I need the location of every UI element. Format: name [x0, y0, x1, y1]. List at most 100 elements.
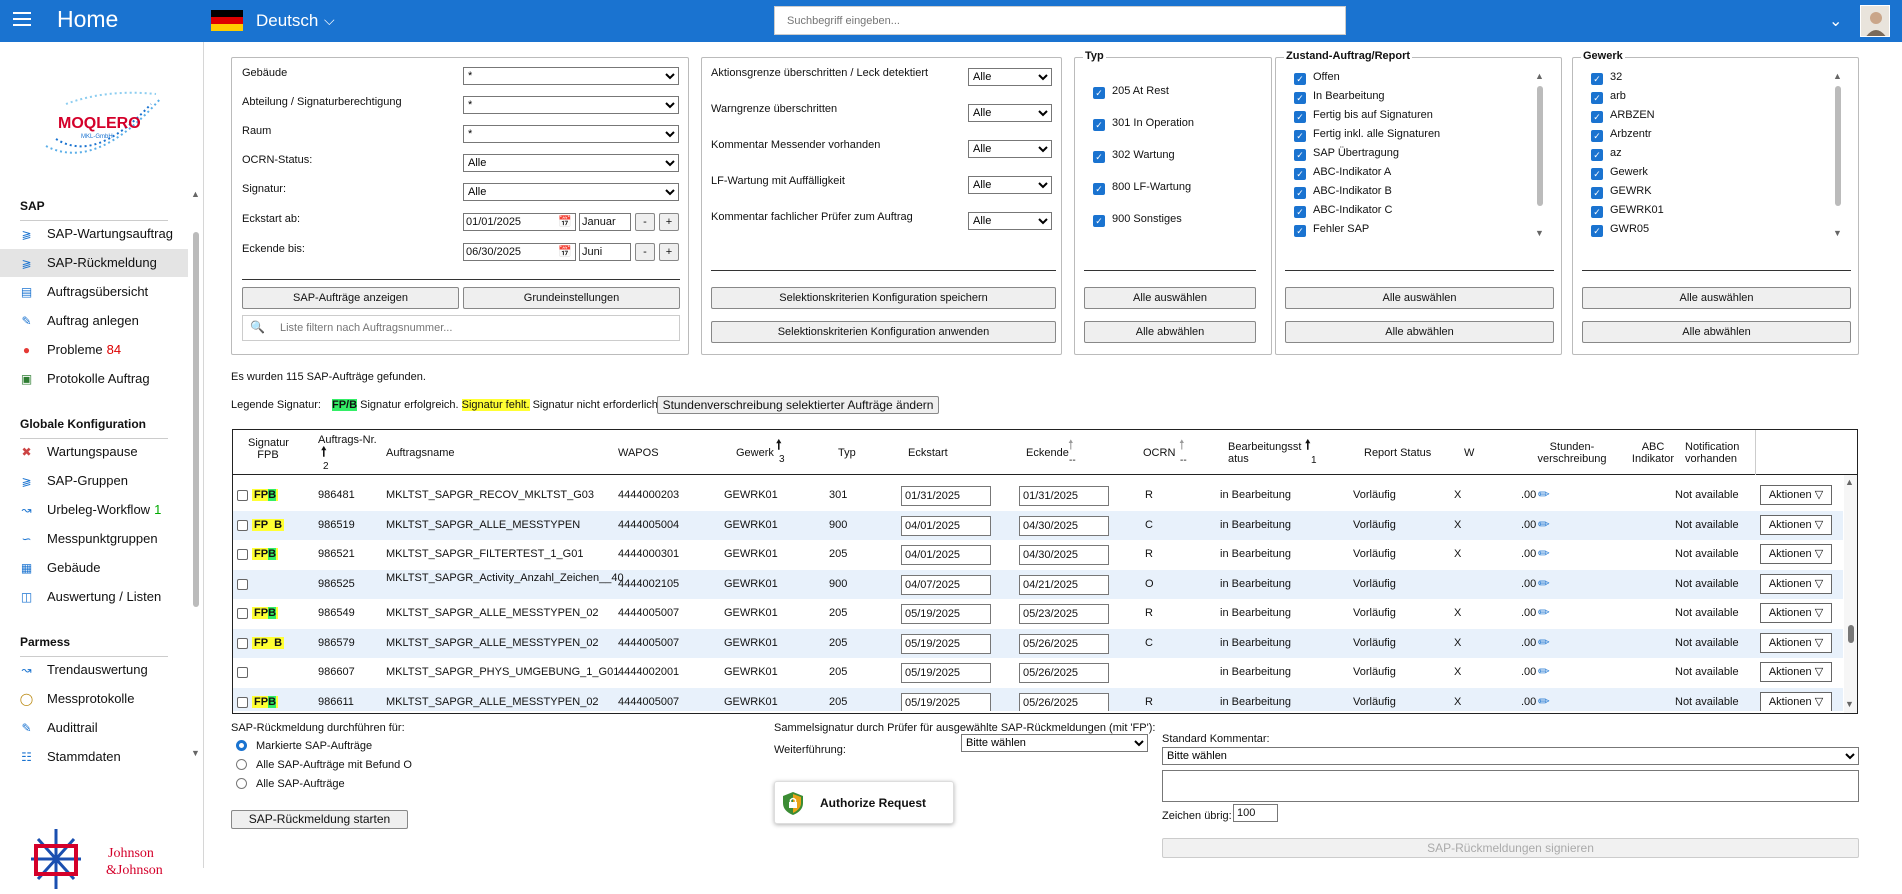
sidebar-item-sap-wartungsauftrag[interactable]: ⫺ SAP-Wartungsauftrag — [0, 220, 188, 248]
zustand-checkbox[interactable]: ✓ Fertig inkl. alle Signaturen — [1294, 126, 1440, 142]
list-filter-input[interactable]: 🔍 Liste filtern nach Auftragsnummer... — [242, 315, 680, 341]
eckstart-input[interactable]: 01/31/2025 — [901, 486, 991, 506]
kommentar-textarea[interactable] — [1162, 770, 1859, 802]
signatur-select[interactable]: Alle — [463, 183, 679, 201]
apply-config-button[interactable]: Selektionskriterien Konfiguration anwend… — [711, 321, 1056, 343]
sort-arrow-icon[interactable]: 🠕 — [1068, 438, 1074, 451]
eckstart-input[interactable]: 04/01/2025 — [901, 515, 991, 536]
gebaeude-select[interactable]: * — [463, 67, 679, 85]
sidebar-item-wartungspause[interactable]: ✖ Wartungspause — [0, 438, 188, 466]
sign-feedback-button[interactable]: SAP-Rückmeldungen signieren — [1162, 838, 1859, 858]
actions-button[interactable]: Aktionen ▽ — [1760, 514, 1832, 535]
criteria-select[interactable]: Alle — [968, 212, 1052, 230]
table-row[interactable]: FP B 986519 MKLTST_SAPGR_ALLE_MESSTYPEN … — [233, 510, 1843, 540]
col-auftragsname[interactable]: Auftragsname — [386, 447, 454, 459]
table-row[interactable]: 986607 MKLTST_SAPGR_PHYS_UMGEBUNG_1_G01 … — [233, 658, 1843, 687]
row-checkbox[interactable] — [237, 549, 248, 560]
criteria-select[interactable]: Alle — [968, 68, 1052, 86]
gewerk-checkbox[interactable]: ✓ az — [1591, 145, 1622, 161]
reset-defaults-button[interactable]: Grundeinstellungen — [463, 287, 680, 309]
sidebar-item-trendauswertung[interactable]: ↝ Trendauswertung — [0, 656, 188, 684]
row-checkbox[interactable] — [237, 519, 248, 531]
row-checkbox[interactable] — [237, 578, 248, 590]
checkmark-icon[interactable]: ✓ — [1591, 73, 1603, 85]
user-menu-chevron-icon[interactable]: ⌄ — [1829, 11, 1842, 31]
col-stundenverschreibung[interactable]: Stunden-verschreibung — [1533, 441, 1611, 465]
checkmark-icon[interactable]: ✓ — [1093, 119, 1105, 131]
checkmark-icon[interactable]: ✓ — [1591, 225, 1603, 237]
typ-select-all-button[interactable]: Alle auswählen — [1084, 287, 1256, 309]
zustand-select-all-button[interactable]: Alle auswählen — [1285, 287, 1554, 309]
kommentar-select[interactable]: Bitte wählen — [1162, 747, 1859, 765]
gewerk-select-all-button[interactable]: Alle auswählen — [1582, 287, 1851, 309]
chevron-down-icon[interactable]: ⌵ — [324, 12, 335, 29]
change-hours-button[interactable]: Stundenverschreibung selektierter Aufträ… — [657, 396, 939, 414]
sort-arrow-icon[interactable]: 🠕 — [1179, 438, 1185, 451]
actions-button[interactable]: Aktionen ▽ — [1760, 632, 1832, 653]
eckstart-input[interactable]: 05/19/2025 — [901, 663, 991, 683]
eckende-input[interactable]: 05/26/2025 — [1019, 692, 1109, 711]
actions-button[interactable]: Aktionen ▽ — [1760, 603, 1832, 623]
scroll-up-icon[interactable]: ▲ — [1833, 71, 1842, 81]
raum-select[interactable]: * — [463, 125, 679, 143]
checkmark-icon[interactable]: ✓ — [1294, 168, 1306, 180]
checkmark-icon[interactable]: ✓ — [1591, 130, 1603, 142]
table-row[interactable]: FPB 986549 MKLTST_SAPGR_ALLE_MESSTYPEN_0… — [233, 599, 1843, 628]
gewerk-checkbox[interactable]: ✓ ARBZEN — [1591, 107, 1655, 123]
zustand-checkbox[interactable]: ✓ ABC-Indikator C — [1294, 202, 1392, 218]
checkmark-icon[interactable]: ✓ — [1294, 225, 1306, 237]
typ-checkbox[interactable]: ✓ 205 At Rest — [1093, 83, 1169, 99]
sidebar-item-messpunktgruppen[interactable]: ∽ Messpunktgruppen — [0, 525, 188, 553]
checkmark-icon[interactable]: ✓ — [1591, 206, 1603, 218]
pencil-icon[interactable]: ✏ — [1538, 516, 1550, 533]
pencil-icon[interactable]: ✏ — [1538, 693, 1550, 710]
eckstart-input[interactable]: 05/19/2025 — [901, 604, 991, 624]
sidebar-item-sap-r-ckmeldung[interactable]: ⫺ SAP-Rückmeldung — [0, 249, 188, 277]
sidebar-scrollbar[interactable] — [193, 232, 199, 607]
table-row[interactable]: 986525 MKLTST_SAPGR_Activity_Anzahl_Zeic… — [233, 569, 1843, 599]
gewerk-deselect-all-button[interactable]: Alle abwählen — [1582, 321, 1851, 343]
start-feedback-button[interactable]: SAP-Rückmeldung starten — [231, 810, 408, 829]
calendar-icon[interactable]: 📅 — [558, 244, 572, 260]
language-selector[interactable]: Deutsch — [256, 11, 318, 31]
weiterfuehrung-select[interactable]: Bitte wählen — [961, 734, 1148, 752]
eckende-minus-button[interactable]: - — [635, 243, 655, 261]
col-eckende[interactable]: Eckende — [1026, 447, 1069, 459]
checkmark-icon[interactable]: ✓ — [1591, 187, 1603, 199]
sidebar-scroll-down-icon[interactable]: ▼ — [191, 748, 200, 758]
checkmark-icon[interactable]: ✓ — [1294, 73, 1306, 85]
col-wapos[interactable]: WAPOS — [618, 447, 659, 459]
sidebar-item-sap-gruppen[interactable]: ⫺ SAP-Gruppen — [0, 467, 188, 495]
eckstart-date-input[interactable]: 01/01/2025 📅 — [463, 213, 576, 231]
gewerk-checkbox[interactable]: ✓ Arbzentr — [1591, 126, 1652, 142]
scroll-up-icon[interactable]: ▲ — [1845, 477, 1854, 487]
radio-marked-orders[interactable]: Markierte SAP-Aufträge — [236, 740, 372, 752]
row-checkbox[interactable] — [237, 696, 248, 708]
typ-checkbox[interactable]: ✓ 900 Sonstiges — [1093, 211, 1182, 227]
typ-deselect-all-button[interactable]: Alle abwählen — [1084, 321, 1256, 343]
sidebar-scroll-up-icon[interactable]: ▲ — [191, 189, 200, 199]
typ-checkbox[interactable]: ✓ 301 In Operation — [1093, 115, 1194, 131]
eckstart-input[interactable]: 05/19/2025 — [901, 692, 991, 711]
gewerk-checkbox[interactable]: ✓ 32 — [1591, 69, 1622, 85]
checkmark-icon[interactable]: ✓ — [1294, 130, 1306, 142]
gewerk-checkbox[interactable]: ✓ GEWRK01 — [1591, 202, 1664, 218]
eckstart-input[interactable]: 04/01/2025 — [901, 545, 991, 565]
eckende-input[interactable]: 04/21/2025 — [1019, 574, 1109, 595]
actions-button[interactable]: Aktionen ▽ — [1760, 691, 1832, 711]
eckende-date-input[interactable]: 06/30/2025 📅 — [463, 243, 576, 261]
scroll-up-icon[interactable]: ▲ — [1535, 71, 1544, 81]
authorize-request-button[interactable]: Authorize Request — [774, 781, 954, 824]
show-orders-button[interactable]: SAP-Aufträge anzeigen — [242, 287, 459, 309]
sidebar-item-auswertung-listen[interactable]: ◫ Auswertung / Listen — [0, 583, 188, 611]
criteria-select[interactable]: Alle — [968, 176, 1052, 194]
eckende-month-input[interactable]: Juni — [579, 243, 631, 261]
eckende-input[interactable]: 05/23/2025 — [1019, 604, 1109, 624]
menu-icon[interactable] — [13, 12, 31, 26]
table-row[interactable]: FP B 986579 MKLTST_SAPGR_ALLE_MESSTYPEN_… — [233, 628, 1843, 658]
checkmark-icon[interactable]: ✓ — [1591, 111, 1603, 123]
sort-arrow-up-icon[interactable]: 🠕 — [321, 445, 327, 458]
sort-arrow-up-icon[interactable]: 🠕 — [776, 438, 782, 451]
col-bearbeitungsstatus[interactable]: Bearbeitungsst atus — [1228, 441, 1303, 465]
pencil-icon[interactable]: ✏ — [1538, 575, 1550, 592]
